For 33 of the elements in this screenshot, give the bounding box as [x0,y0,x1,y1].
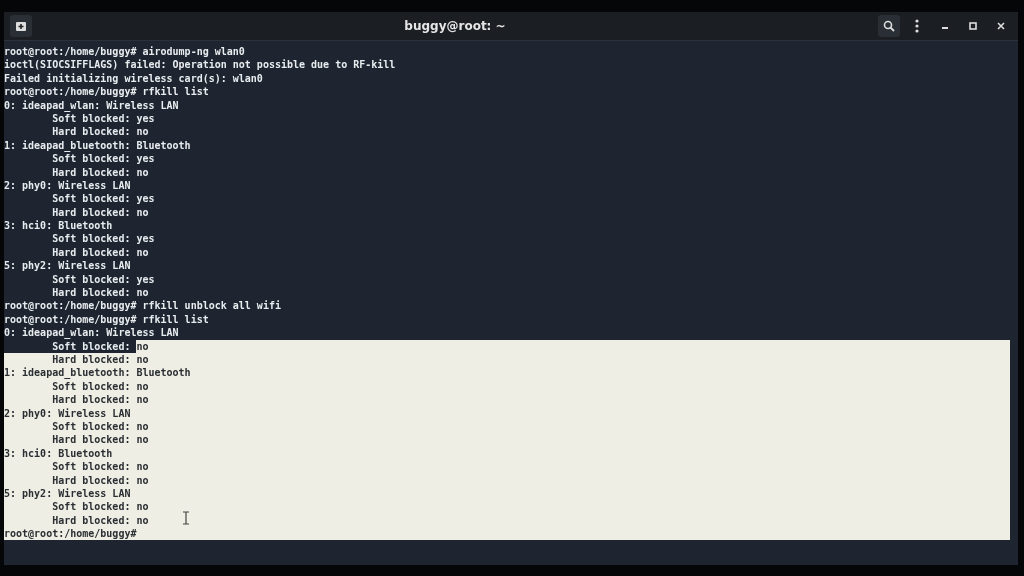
search-icon [883,20,895,32]
terminal-line: 1: ideapad_bluetooth: Bluetooth [4,138,192,153]
search-button[interactable] [878,15,900,37]
terminal-line: 2: phy0: Wireless LAN [4,178,132,193]
new-tab-icon [15,20,27,32]
terminal-line: 5: phy2: Wireless LAN [4,259,132,273]
terminal-line: Hard blocked: no [51,125,150,139]
terminal-line: Soft blocked: yes [51,232,156,246]
terminal-line: Failed initializing wireless card(s): wlan0 [4,71,264,86]
terminal-line: root@root:/home/buggy# airodump-ng wlan0 [4,45,246,59]
terminal-line: 0: ideapad_wlan: Wireless LAN [4,326,180,340]
terminal-line: 0: ideapad_wlan: Wireless LAN [4,98,180,112]
terminal-line: Hard blocked: no [51,165,150,179]
terminal-line: Hard blocked: no [51,205,150,220]
window-title: buggy@root: ~ [403,19,507,33]
terminal-line: Hard blocked: no [51,245,150,260]
new-tab-button[interactable] [10,15,32,37]
terminal-line: Hard blocked: no [51,286,150,300]
terminal-line: Soft blocked: [51,339,132,353]
terminal-line: root@root:/home/buggy# rfkill unblock all wifi [4,299,282,313]
maximize-icon [969,22,977,30]
selected-text: no [136,339,1010,353]
terminal-line: root@root:/home/buggy# rfkill list [4,312,210,327]
terminal-line: Soft blocked: yes [51,152,156,166]
terminal-line: 3: hci0: Bluetooth [4,219,114,233]
terminal-line: Soft blocked: yes [51,112,156,126]
text-cursor-icon [182,511,190,525]
terminal-line: root@root:/home/buggy# rfkill list [4,85,210,99]
close-icon [997,22,1005,30]
terminal-line: Soft blocked: yes [51,192,156,206]
terminal-line: ioctl(SIOCSIFFLAGS) failed: Operation not possible due to RF-kill [4,58,397,72]
terminal-line: Soft blocked: yes [51,272,156,287]
kebab-menu-icon [915,19,919,33]
